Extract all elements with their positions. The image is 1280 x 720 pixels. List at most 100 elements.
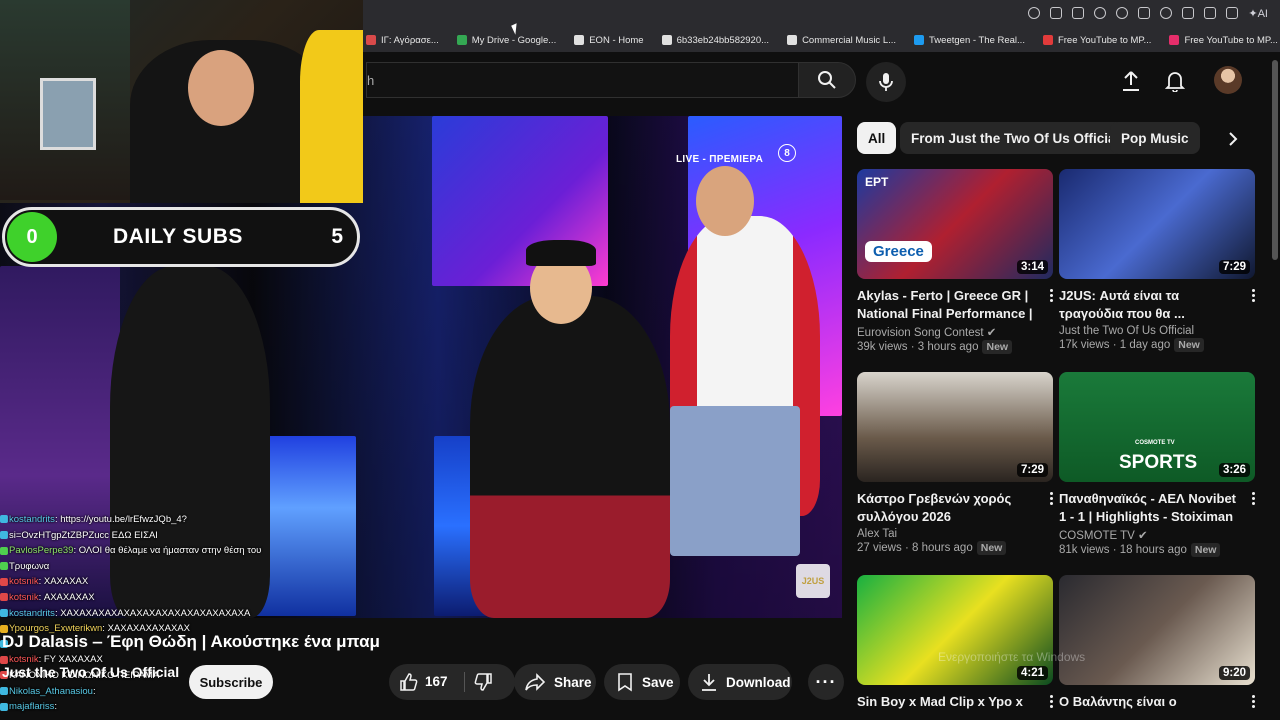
notifications-button[interactable] (1162, 68, 1188, 94)
more-vertical-icon[interactable] (1249, 492, 1257, 505)
edit-icon[interactable] (1050, 7, 1063, 19)
search-button[interactable] (798, 62, 856, 98)
kebab-dot (1251, 492, 1255, 495)
microphone-icon (879, 73, 893, 91)
chat-username: majaflariss (9, 701, 55, 713)
shield-icon[interactable] (1094, 7, 1107, 19)
camera-icon[interactable] (1072, 7, 1085, 19)
dislike-button[interactable] (473, 672, 493, 692)
download-icon[interactable] (1182, 7, 1195, 19)
bookmark-item[interactable]: My Drive - Google... (456, 35, 556, 46)
recommendation-channel[interactable]: Just the Two Of Us Official (1059, 325, 1255, 337)
kebab-dot (1049, 700, 1053, 703)
chat-text: si=OvzHTgpZtZBPZucc ΕΔΩ ΕΙΣΑΙ (9, 529, 158, 541)
recommendation-card[interactable]: 7:29 J2US: Αυτά είναι τα τραγούδια που θα… (1059, 169, 1255, 352)
page-scrollbar[interactable] (1272, 60, 1278, 260)
kebab-dot (1049, 695, 1053, 698)
chat-username: Nikolas_Athanasiou (9, 685, 93, 697)
video-thumbnail[interactable]: ΕΡΤ Greece 3:14 (857, 169, 1053, 279)
more-actions-button[interactable]: ··· (808, 664, 844, 700)
menu-icon[interactable] (1204, 7, 1217, 19)
thumbs-down-icon (474, 673, 492, 691)
download-button[interactable]: Download (688, 664, 792, 700)
zoom-icon[interactable] (1028, 7, 1041, 19)
voice-search-button[interactable] (866, 62, 906, 102)
chat-badge-icon (0, 687, 8, 696)
chat-text: : (92, 685, 96, 697)
profile-icon[interactable] (1226, 7, 1239, 19)
new-badge: New (1174, 338, 1204, 352)
video-title: DJ Dalasis ‒ Έφη Θώδη | Ακούστηκε ένα μπ… (2, 632, 380, 651)
more-vertical-icon[interactable] (1047, 492, 1055, 505)
duration-badge: 4:21 (1016, 666, 1048, 680)
video-thumbnail[interactable]: 4:21 (857, 575, 1053, 685)
chip-pop-music[interactable]: Pop Music (1110, 122, 1200, 154)
duration-badge: 3:14 (1016, 260, 1048, 274)
chat-username: kostandrits (9, 514, 55, 525)
kebab-dot (1251, 497, 1255, 500)
more-vertical-icon[interactable] (1047, 289, 1055, 302)
extension-icon[interactable] (1116, 7, 1129, 19)
bookmark-item[interactable]: 6b33eb24bb582920... (661, 35, 769, 46)
ai-button[interactable]: ✦AI (1248, 7, 1268, 20)
channel-name[interactable]: Just the Two Of Us Official (2, 664, 179, 680)
bookmark-item[interactable]: Free YouTube to MP... (1042, 35, 1151, 46)
bookmark-item[interactable]: ΙΓ: Αγόρασε... (366, 35, 439, 46)
kebab-dot (1251, 294, 1255, 297)
bookmark-item[interactable]: Free YouTube to MP... (1169, 35, 1278, 46)
recommendation-card[interactable]: ΕΡΤ Greece 3:14 Akylas - Ferto | Greece GR … (857, 169, 1053, 354)
chip-all[interactable]: All (857, 122, 897, 154)
more-vertical-icon[interactable] (1047, 695, 1055, 708)
kebab-dot (1049, 294, 1053, 297)
like-button[interactable] (399, 672, 419, 692)
chips-next-button[interactable] (1218, 124, 1248, 154)
chat-message: kostandrits: https://youtu.be/lrEfwzJQb_… (0, 512, 360, 528)
recommendation-channel[interactable]: Eurovision Song Contest ✔ (857, 325, 1053, 339)
recommendation-title[interactable]: Sin Boy x Mad Clip x Ypo x (857, 693, 1037, 711)
thumbnail-caption: COSMOTE TV (1135, 440, 1175, 446)
video-thumbnail[interactable]: 9:20 (1059, 575, 1255, 685)
second-person (300, 30, 363, 203)
bookmark-item[interactable]: EON - Home (574, 35, 644, 46)
recommendation-title[interactable]: Ο Βαλάντης είναι ο (1059, 693, 1239, 711)
recommendation-title[interactable]: J2US: Αυτά είναι τα τραγούδια που θα ... (1059, 287, 1239, 323)
recommendation-channel[interactable]: COSMOTE TV ✔ (1059, 528, 1255, 542)
account-avatar[interactable] (1214, 66, 1242, 94)
play-icon[interactable] (1138, 7, 1151, 19)
video-thumbnail[interactable]: COSMOTE TV SPORTS 3:26 (1059, 372, 1255, 482)
kebab-dot (1251, 289, 1255, 292)
recommendation-title[interactable]: Akylas - Ferto | Greece GR | National Fi… (857, 287, 1037, 323)
new-badge: New (976, 541, 1007, 555)
video-thumbnail[interactable]: 7:29 (857, 372, 1053, 482)
browser-toolbar-icons: ✦AI (1028, 0, 1280, 26)
recommendation-channel[interactable]: Alex Tai (857, 528, 1053, 540)
subscribe-button[interactable]: Subscribe (189, 665, 273, 699)
bookmark-item[interactable]: Tweetgen - The Real... (914, 35, 1025, 46)
more-vertical-icon[interactable] (1249, 289, 1257, 302)
ai-label: AI (1257, 7, 1268, 20)
chat-text: : ΟΛΟΙ θα θέλαμε να ήμασταν στην θέση το… (73, 545, 262, 557)
performer-right-head (696, 166, 754, 236)
recommendation-title[interactable]: Κάστρο Γρεβενών χορός συλλόγου 2026 (857, 490, 1037, 526)
recommendation-card[interactable]: 4:21 Sin Boy x Mad Clip x Ypo x (857, 575, 1053, 711)
meta-separator: · (907, 341, 918, 353)
more-vertical-icon[interactable] (1249, 695, 1257, 708)
kebab-dot (1251, 695, 1255, 698)
heart-icon[interactable] (1160, 7, 1173, 19)
bookmark-item[interactable]: Commercial Music L... (787, 35, 896, 46)
view-count: 17k views (1059, 339, 1110, 351)
upload-button[interactable] (1118, 68, 1144, 94)
subs-count: 0 (7, 212, 57, 262)
video-thumbnail[interactable]: 7:29 (1059, 169, 1255, 279)
recommendation-meta: 81k views · 18 hours ago New (1059, 543, 1255, 557)
save-button[interactable]: Save (604, 664, 680, 700)
kebab-dot (1049, 502, 1053, 505)
recommendation-card[interactable]: 7:29 Κάστρο Γρεβενών χορός συλλόγου 2026 A… (857, 372, 1053, 555)
chat-text: : (54, 701, 58, 713)
recommendation-title[interactable]: Παναθηναϊκός - ΑΕΛ Novibet 1 - 1 | Highl… (1059, 490, 1239, 526)
recommendation-card[interactable]: COSMOTE TV SPORTS 3:26 Παναθηναϊκός - ΑΕΛ N… (1059, 372, 1255, 557)
search-input[interactable]: h (366, 62, 798, 98)
chip-from-channel[interactable]: From Just the Two Of Us Official (900, 122, 1131, 154)
recommendation-card[interactable]: 9:20 Ο Βαλάντης είναι ο (1059, 575, 1255, 711)
share-button[interactable]: Share (514, 664, 596, 700)
